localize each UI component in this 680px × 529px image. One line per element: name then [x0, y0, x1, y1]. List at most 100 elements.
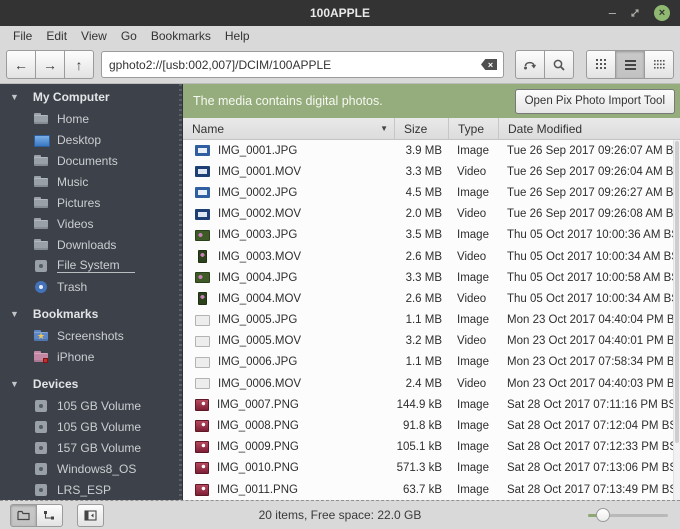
sidebar-item-windows8-os[interactable]: Windows8_OS — [0, 458, 182, 479]
menu-view[interactable]: View — [74, 27, 114, 45]
tree-view-button[interactable] — [36, 503, 63, 527]
column-header-type[interactable]: Type — [449, 118, 499, 139]
expander-triangle-icon[interactable]: ▼ — [10, 92, 19, 102]
menu-go[interactable]: Go — [114, 27, 144, 45]
list-view-button[interactable] — [615, 50, 645, 79]
menu-help[interactable]: Help — [218, 27, 257, 45]
up-arrow-icon: ↑ — [75, 56, 83, 73]
toggle-location-entry-button[interactable] — [515, 50, 545, 79]
table-row[interactable]: IMG_0009.PNG 105.1 kB Image Sat 28 Oct 2017… — [183, 437, 680, 458]
table-row[interactable]: IMG_0005.JPG 1.1 MB Image Mon 23 Oct 2017 0… — [183, 310, 680, 331]
sidebar-item-105-gb-volume[interactable]: 105 GB Volume — [0, 416, 182, 437]
sidebar-item-desktop[interactable]: Desktop — [0, 129, 182, 150]
file-list: IMG_0001.JPG 3.9 MB Image Tue 26 Sep 2017 0… — [183, 140, 680, 500]
curved-arrow-icon — [524, 61, 537, 69]
sidebar-item-documents[interactable]: Documents — [0, 150, 182, 171]
search-button[interactable] — [544, 50, 574, 79]
forward-button[interactable]: → — [35, 50, 65, 79]
column-header-size[interactable]: Size — [395, 118, 449, 139]
file-thumbnail-icon — [195, 272, 210, 284]
sidebar-item-home[interactable]: Home — [0, 108, 182, 129]
sidebar-item-157-gb-volume[interactable]: 157 GB Volume — [0, 437, 182, 458]
menu-file[interactable]: File — [6, 27, 39, 45]
table-row[interactable]: IMG_0001.MOV 3.3 MB Video Tue 26 Sep 2017 0… — [183, 161, 680, 182]
table-row[interactable]: IMG_0006.JPG 1.1 MB Image Mon 23 Oct 2017 0… — [183, 352, 680, 373]
file-name-cell: IMG_0011.PNG — [183, 483, 395, 496]
file-name: IMG_0009.PNG — [217, 441, 299, 454]
restore-icon[interactable] — [630, 8, 640, 18]
file-thumbnail-icon — [195, 420, 209, 433]
zoom-slider[interactable] — [588, 508, 668, 522]
table-row[interactable]: IMG_0011.PNG 63.7 kB Image Sat 28 Oct 2017 … — [183, 479, 680, 500]
sidebar-item-label: Pictures — [57, 195, 101, 210]
back-button[interactable]: ← — [6, 50, 36, 79]
table-row[interactable]: IMG_0002.JPG 4.5 MB Image Tue 26 Sep 2017 0… — [183, 182, 680, 203]
scrollbar-thumb[interactable] — [675, 141, 679, 444]
file-thumbnail-icon — [195, 208, 210, 220]
table-row[interactable]: IMG_0010.PNG 571.3 kB Image Sat 28 Oct 2017… — [183, 458, 680, 479]
table-row[interactable]: IMG_0006.MOV 2.4 MB Video Mon 23 Oct 2017 0… — [183, 373, 680, 394]
filesystem-drive-icon — [33, 258, 49, 274]
file-name-cell: IMG_0003.MOV — [183, 250, 395, 264]
file-name: IMG_0006.MOV — [218, 377, 302, 390]
sidebar-item-screenshots[interactable]: ★ Screenshots — [0, 325, 182, 346]
location-input[interactable] — [102, 52, 503, 77]
file-size: 3.9 MB — [405, 144, 442, 157]
sidebar-item-label: iPhone — [57, 349, 95, 364]
desktop-icon — [33, 132, 50, 148]
table-row[interactable]: IMG_0002.MOV 2.0 MB Video Tue 26 Sep 2017 0… — [183, 204, 680, 225]
compact-view-button[interactable] — [644, 50, 674, 79]
menu-edit[interactable]: Edit — [39, 27, 74, 45]
up-button[interactable]: ↑ — [64, 50, 94, 79]
table-row[interactable]: IMG_0007.PNG 144.9 kB Image Sat 28 Oct 2017… — [183, 394, 680, 415]
sidebar-item-music[interactable]: Music — [0, 171, 182, 192]
table-row[interactable]: IMG_0001.JPG 3.9 MB Image Tue 26 Sep 2017 0… — [183, 140, 680, 161]
file-thumbnail-icon — [198, 292, 207, 306]
file-name-cell: IMG_0003.JPG — [183, 229, 395, 241]
close-icon[interactable]: × — [654, 5, 670, 21]
menu-bookmarks[interactable]: Bookmarks — [144, 27, 218, 45]
vertical-scrollbar[interactable] — [673, 140, 680, 500]
file-name-cell: IMG_0002.JPG — [183, 187, 395, 199]
zoom-slider-handle[interactable] — [596, 508, 610, 522]
sidebar-section-devices[interactable]: ▼ Devices — [0, 373, 182, 395]
file-type: Image — [457, 441, 489, 454]
file-thumbnail-icon — [195, 378, 210, 390]
sidebar-scrollbar[interactable] — [179, 84, 182, 500]
drive-icon — [33, 419, 49, 435]
drive-icon — [33, 440, 49, 456]
table-row[interactable]: IMG_0008.PNG 91.8 kB Image Sat 28 Oct 2017 … — [183, 415, 680, 436]
table-row[interactable]: IMG_0003.JPG 3.5 MB Image Thu 05 Oct 2017 1… — [183, 225, 680, 246]
minimize-icon[interactable]: – — [609, 6, 616, 19]
file-type: Video — [457, 292, 487, 305]
sidebar-section-my-computer[interactable]: ▼ My Computer — [0, 86, 182, 108]
column-header-name[interactable]: Name ▼ — [183, 118, 395, 139]
table-row[interactable]: IMG_0004.JPG 3.3 MB Image Thu 05 Oct 2017 1… — [183, 267, 680, 288]
column-header-date-modified[interactable]: Date Modified — [499, 118, 680, 139]
file-date-modified: Sat 28 Oct 2017 07:11:16 PM BST — [507, 398, 680, 411]
drive-icon — [33, 398, 49, 414]
sidebar-item-downloads[interactable]: Downloads — [0, 234, 182, 255]
places-view-button[interactable] — [10, 503, 37, 527]
file-date-modified: Tue 26 Sep 2017 09:26:08 AM BST — [507, 208, 680, 221]
sidebar-section-bookmarks[interactable]: ▼ Bookmarks — [0, 303, 182, 325]
open-pix-import-button[interactable]: Open Pix Photo Import Tool — [514, 88, 675, 114]
sidebar-item-iphone[interactable]: iPhone — [0, 346, 182, 367]
table-row[interactable]: IMG_0004.MOV 2.6 MB Video Thu 05 Oct 2017 1… — [183, 288, 680, 309]
file-thumbnail-icon — [195, 441, 209, 454]
sidebar-item-105-gb-volume[interactable]: 105 GB Volume — [0, 395, 182, 416]
sidebar-item-pictures[interactable]: Pictures — [0, 192, 182, 213]
file-size: 144.9 kB — [396, 398, 442, 411]
sidebar-item-file-system[interactable]: File System — [0, 255, 182, 276]
table-row[interactable]: IMG_0005.MOV 3.2 MB Video Mon 23 Oct 2017 0… — [183, 331, 680, 352]
sidebar-item-videos[interactable]: Videos — [0, 213, 182, 234]
sidebar-item-lrs-esp[interactable]: LRS_ESP — [0, 479, 182, 500]
sort-descending-icon[interactable]: ▼ — [380, 124, 394, 133]
icon-view-button[interactable] — [586, 50, 616, 79]
sidebar-item-label: 105 GB Volume — [57, 419, 142, 434]
sidebar-item-trash[interactable]: Trash — [0, 276, 182, 297]
table-row[interactable]: IMG_0003.MOV 2.6 MB Video Thu 05 Oct 2017 1… — [183, 246, 680, 267]
expander-triangle-icon[interactable]: ▼ — [10, 379, 19, 389]
expander-triangle-icon[interactable]: ▼ — [10, 309, 19, 319]
compact-view-icon — [653, 60, 665, 69]
